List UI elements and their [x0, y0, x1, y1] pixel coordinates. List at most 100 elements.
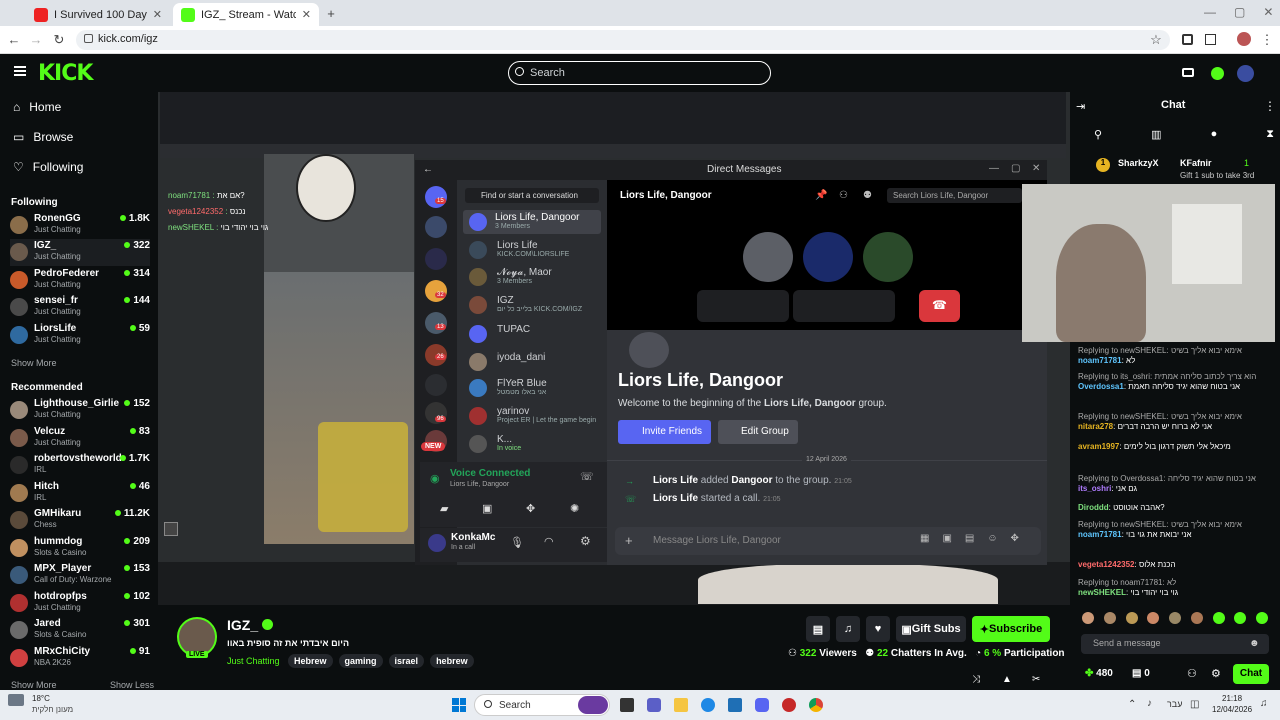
dm-item[interactable]: IGZ בלייב כל יום KICK.COM/IGZ: [469, 293, 609, 317]
close-window-icon[interactable]: ✕: [1263, 5, 1273, 19]
mic-control[interactable]: [697, 290, 789, 322]
emote-icon[interactable]: [1256, 612, 1268, 624]
close-icon[interactable]: ✕: [302, 8, 311, 21]
people-icon[interactable]: ⚇: [1187, 667, 1197, 680]
site-info-icon[interactable]: [84, 34, 93, 43]
discord-taskbar-icon[interactable]: [755, 698, 769, 712]
weather-icon[interactable]: [8, 694, 24, 706]
dm-item[interactable]: TUPAC: [469, 322, 609, 346]
stream-category[interactable]: Just Chatting: [227, 656, 280, 666]
maximize-icon[interactable]: ▢: [1011, 163, 1020, 174]
reload-icon[interactable]: ↻: [51, 32, 67, 48]
edge-icon[interactable]: [701, 698, 715, 712]
recommended-channel[interactable]: Velcuz Just Chatting 83: [10, 425, 150, 452]
dm-item[interactable]: FlYeR Blue אני באלו מטמטל: [469, 376, 609, 400]
add-member-icon[interactable]: ⚇: [839, 190, 848, 201]
participant-avatar[interactable]: [803, 232, 853, 282]
recommended-channel[interactable]: MRxChiCity NBA 2K26 91: [10, 645, 150, 672]
find-conversation-input[interactable]: Find or start a conversation: [465, 188, 599, 203]
nav-following[interactable]: ♡ Following: [13, 160, 83, 174]
emoji-icon[interactable]: ☻: [1249, 638, 1260, 649]
tag[interactable]: gaming: [338, 654, 383, 668]
network-icon[interactable]: ◫: [1190, 699, 1199, 710]
file-explorer-icon[interactable]: [674, 698, 688, 712]
kick-points-icon[interactable]: [1211, 67, 1224, 80]
recommended-channel[interactable]: hotdropfps Just Chatting 102: [10, 590, 150, 617]
notification-bell-icon[interactable]: ♫: [836, 616, 860, 642]
tag[interactable]: Hebrew: [288, 654, 333, 668]
screenshare-icon[interactable]: ▣: [482, 502, 492, 515]
mic-icon[interactable]: 🎙: [510, 536, 524, 549]
voice-channel-name[interactable]: Liors Life, Dangoor: [450, 481, 509, 488]
invite-friends-button[interactable]: Invite Friends: [618, 420, 711, 444]
browse-icon[interactable]: [1182, 68, 1194, 77]
task-view-icon[interactable]: [620, 698, 634, 712]
server-icon[interactable]: [425, 280, 447, 302]
minimize-icon[interactable]: —: [989, 163, 999, 174]
members-icon[interactable]: ⚉: [863, 190, 872, 201]
participant-avatar[interactable]: [863, 232, 913, 282]
signal-icon[interactable]: ◉: [430, 472, 440, 485]
soundboard-icon[interactable]: ✺: [570, 502, 579, 515]
menu-kebab-icon[interactable]: ⋮: [1259, 32, 1275, 48]
activity-icon[interactable]: ✥: [526, 502, 535, 515]
server-folder-icon[interactable]: [425, 374, 447, 396]
emote-icon[interactable]: [1234, 612, 1247, 624]
tray-mic-icon[interactable]: ♪: [1147, 698, 1152, 709]
close-icon[interactable]: ✕: [1032, 163, 1040, 174]
language-indicator[interactable]: עבר: [1167, 699, 1182, 709]
edit-group-button[interactable]: Edit Group: [718, 420, 798, 444]
browser-tab-kick[interactable]: IGZ_ Stream - Watch Live on Kick ✕: [173, 3, 319, 26]
gift-subs-button[interactable]: ▣ Gift Subs: [896, 616, 966, 642]
browser-tab-youtube[interactable]: I Survived 100 Days in Skyblock ✕: [26, 3, 170, 26]
streamer-name[interactable]: IGZ_: [227, 617, 258, 633]
settings-gear-icon[interactable]: ⚙: [580, 534, 591, 548]
emote-icon[interactable]: [1125, 612, 1138, 624]
tray-chevron-icon[interactable]: ⌃: [1128, 699, 1136, 710]
server-icon[interactable]: [425, 216, 447, 238]
kick-logo[interactable]: KICK: [38, 61, 93, 86]
dm-item[interactable]: yarinov Project ER | Let the game begin: [469, 404, 609, 428]
clock-time[interactable]: 21:18: [1222, 694, 1242, 703]
following-channel[interactable]: IGZ_ Just Chatting 322: [10, 239, 150, 266]
profile-avatar[interactable]: [1237, 32, 1251, 46]
user-avatar[interactable]: [1237, 65, 1254, 82]
share-icon[interactable]: ⤨: [972, 674, 980, 685]
chat-menu-icon[interactable]: ⋮: [1264, 99, 1276, 113]
dm-item[interactable]: K... In voice: [469, 432, 609, 456]
back-arrow-icon[interactable]: ←: [423, 164, 433, 175]
following-channel[interactable]: sensei_fr Just Chatting 144: [10, 294, 150, 321]
message-input[interactable]: + Message Liors Life, Dangoor ▦▣▤☺✥: [615, 527, 1041, 555]
nav-browse[interactable]: ▭ Browse: [13, 130, 73, 144]
emote-icon[interactable]: [1082, 612, 1094, 624]
recommended-channel[interactable]: MPX_Player Call of Duty: Warzone 153: [10, 562, 150, 589]
user-avatar[interactable]: [428, 534, 446, 552]
clip-icon[interactable]: ✂: [1032, 674, 1040, 685]
hamburger-menu-icon[interactable]: [14, 66, 26, 76]
clock-date[interactable]: 12/04/2026: [1212, 705, 1252, 714]
gifter-name[interactable]: SharkzyX: [1118, 158, 1159, 168]
hourglass-icon[interactable]: ⧗: [1266, 128, 1274, 141]
server-icon[interactable]: [425, 312, 447, 334]
discord-search-input[interactable]: Search Liors Life, Dangoor: [887, 188, 1022, 203]
recommended-channel[interactable]: GMHikaru Chess 11.2K: [10, 507, 150, 534]
call-controls[interactable]: [793, 290, 895, 322]
trash-icon[interactable]: ▥: [1151, 128, 1161, 141]
pin-icon[interactable]: 📌: [815, 190, 827, 201]
sidepanel-icon[interactable]: [1205, 34, 1216, 45]
emote-icon[interactable]: [1169, 612, 1181, 624]
composer-icons[interactable]: ▦▣▤☺✥: [920, 533, 1032, 544]
pin-icon[interactable]: ⚲: [1094, 128, 1102, 141]
emote-icon[interactable]: [1190, 612, 1203, 624]
teams-icon[interactable]: [647, 698, 661, 712]
extension-icon[interactable]: [1182, 34, 1193, 45]
search-input[interactable]: Search: [508, 61, 771, 85]
chat-bubble-icon[interactable]: ●: [1211, 128, 1218, 141]
emote-icon[interactable]: [1147, 612, 1160, 624]
player-overlay-icon[interactable]: [164, 522, 178, 536]
windows-start-icon[interactable]: [452, 698, 466, 712]
notification-bell-icon[interactable]: ♫: [1260, 698, 1268, 709]
camera-off-icon[interactable]: ▰: [440, 502, 448, 515]
recommended-channel[interactable]: Hitch IRL 46: [10, 480, 150, 507]
headset-icon[interactable]: ◠: [544, 535, 554, 548]
